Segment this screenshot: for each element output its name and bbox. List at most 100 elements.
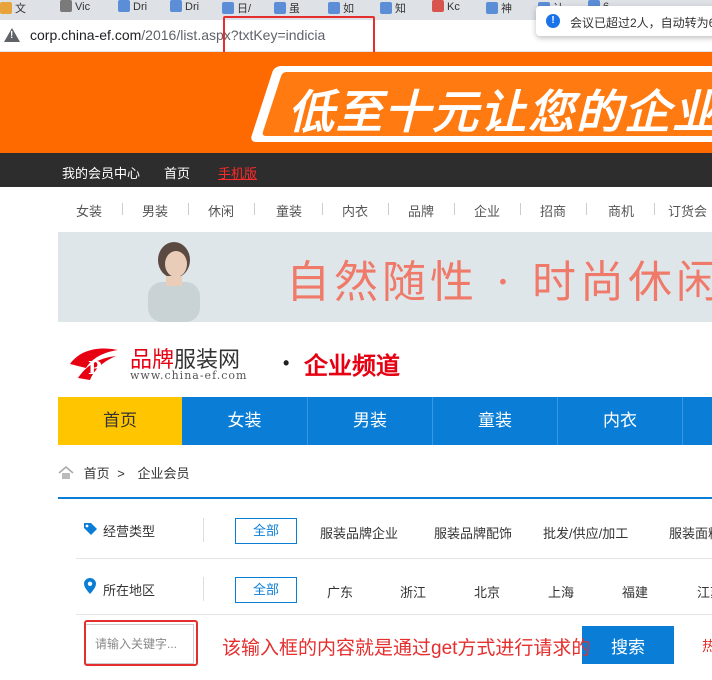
info-icon: !	[546, 14, 560, 28]
category-link[interactable]: 内衣	[342, 201, 368, 220]
browser-tab-label: 日/	[237, 3, 252, 15]
browser-tab[interactable]: Kc	[432, 0, 460, 14]
browser-tab[interactable]: 文	[0, 0, 26, 15]
photo-banner[interactable]: 自然随性 · 时尚休闲	[58, 232, 712, 322]
photo-banner-text: 自然随性 · 时尚休闲	[286, 257, 712, 308]
category-link[interactable]: 招商	[540, 201, 566, 220]
tag-icon	[84, 523, 97, 535]
member-center-link[interactable]: 我的会员中心	[62, 163, 140, 182]
main-nav-women[interactable]: 女装	[182, 397, 307, 445]
category-link[interactable]: 企业	[474, 201, 500, 220]
location-pin-icon	[84, 578, 96, 594]
tab-favicon-icon	[60, 0, 72, 12]
search-button[interactable]: 搜索	[582, 626, 674, 664]
tab-favicon-icon	[0, 2, 12, 14]
browser-tab-label: 如	[343, 3, 354, 15]
browser-tab[interactable]: 日/	[222, 0, 252, 15]
breadcrumb-separator: >	[117, 466, 125, 481]
browser-tab[interactable]: Dri	[118, 0, 147, 14]
category-separator	[654, 203, 655, 215]
category-separator	[322, 203, 323, 215]
category-link[interactable]: 女装	[76, 201, 102, 220]
logo-separator-dot: •	[283, 353, 290, 373]
tab-favicon-icon	[486, 2, 498, 14]
home-link[interactable]: 首页	[164, 163, 190, 182]
browser-tab[interactable]: 虽	[274, 0, 300, 15]
tab-favicon-icon	[432, 0, 444, 12]
category-link[interactable]: 品牌	[408, 201, 434, 220]
meeting-notification[interactable]: ! 会议已超过2人，自动转为6	[536, 6, 712, 36]
category-separator	[520, 203, 521, 215]
category-link[interactable]: 童装	[276, 201, 302, 220]
home-icon	[58, 466, 74, 479]
business-type-option[interactable]: 批发/供应/加工	[543, 523, 628, 542]
site-logo[interactable]: P 品牌服装网 www.china-ef.com	[68, 340, 288, 388]
browser-tab-label: Kc	[447, 1, 460, 13]
top-nav: 我的会员中心 首页 手机版	[0, 153, 712, 187]
business-type-option[interactable]: 服装面料	[669, 523, 712, 542]
region-option[interactable]: 福建	[622, 582, 648, 601]
notification-text: 会议已超过2人，自动转为6	[570, 16, 712, 30]
breadcrumb-home[interactable]: 首页	[84, 466, 110, 481]
browser-tab-label: 虽	[289, 3, 300, 15]
region-option[interactable]: 上海	[548, 582, 574, 601]
main-nav: 首页 女装 男装 童装 内衣	[58, 397, 712, 445]
region-option[interactable]: 北京	[474, 582, 500, 601]
breadcrumb: 首页 > 企业会员	[58, 463, 190, 482]
business-type-option[interactable]: 服装品牌配饰	[434, 523, 512, 542]
main-nav-men[interactable]: 男装	[308, 397, 432, 445]
main-nav-home[interactable]: 首页	[58, 397, 182, 445]
browser-tab-label: Dri	[185, 1, 200, 13]
region-option[interactable]: 广东	[327, 582, 353, 601]
tab-favicon-icon	[222, 2, 234, 14]
region-label: 所在地区	[103, 583, 156, 598]
channel-title: 企业频道	[304, 353, 400, 380]
browser-tab-label: Dri	[133, 1, 148, 13]
svg-text:P: P	[88, 358, 102, 379]
category-separator	[454, 203, 455, 215]
business-type-option[interactable]: 服装品牌企业	[320, 523, 398, 542]
category-separator	[388, 203, 389, 215]
tab-favicon-icon	[118, 0, 130, 12]
tab-favicon-icon	[274, 2, 286, 14]
promo-banner[interactable]: 低至十元让您的企业	[0, 52, 712, 153]
main-nav-underwear[interactable]: 内衣	[558, 397, 682, 445]
breadcrumb-current: 企业会员	[137, 466, 190, 481]
url-host: corp.china-ef.com	[30, 27, 142, 43]
region-option[interactable]: 江苏	[697, 582, 712, 601]
category-link[interactable]: 订货会	[668, 201, 707, 220]
category-separator	[586, 203, 587, 215]
main-nav-kids[interactable]: 童装	[433, 397, 557, 445]
tab-favicon-icon	[170, 0, 182, 12]
business-type-label: 经营类型	[103, 524, 156, 539]
category-separator	[122, 203, 123, 215]
not-secure-warning-icon[interactable]	[4, 28, 20, 42]
browser-tab[interactable]: 知	[380, 0, 406, 15]
tab-favicon-icon	[328, 2, 340, 14]
category-separator	[188, 203, 189, 215]
browser-tab-label: 神	[501, 3, 512, 15]
model-photo	[148, 242, 200, 322]
logo-url: www.china-ef.com	[130, 369, 248, 382]
browser-tab[interactable]: Dri	[170, 0, 199, 14]
browser-tab-label: 文	[15, 3, 26, 15]
browser-tab[interactable]: 如	[328, 0, 354, 15]
business-type-all-button[interactable]: 全部	[235, 518, 297, 544]
tab-favicon-icon	[380, 2, 392, 14]
region-option[interactable]: 浙江	[400, 582, 426, 601]
annotation-text: 该输入框的内容就是通过get方式进行请求的	[222, 638, 591, 659]
browser-tab-label: 知	[395, 3, 406, 15]
category-link[interactable]: 休闲	[208, 201, 234, 220]
category-link[interactable]: 商机	[608, 201, 634, 220]
logo-mark-icon: P	[70, 348, 118, 380]
mobile-version-link[interactable]: 手机版	[218, 163, 257, 182]
hot-search-label[interactable]: 热	[702, 636, 712, 656]
banner-slogan: 低至十元让您的企业	[288, 85, 712, 139]
region-all-button[interactable]: 全部	[235, 577, 297, 603]
category-link[interactable]: 男装	[142, 201, 168, 220]
category-separator	[254, 203, 255, 215]
browser-tab[interactable]: Vic	[60, 0, 90, 14]
browser-tab[interactable]: 神	[486, 0, 512, 15]
keyword-search-input[interactable]	[84, 624, 194, 664]
browser-tab-label: Vic	[75, 1, 91, 13]
